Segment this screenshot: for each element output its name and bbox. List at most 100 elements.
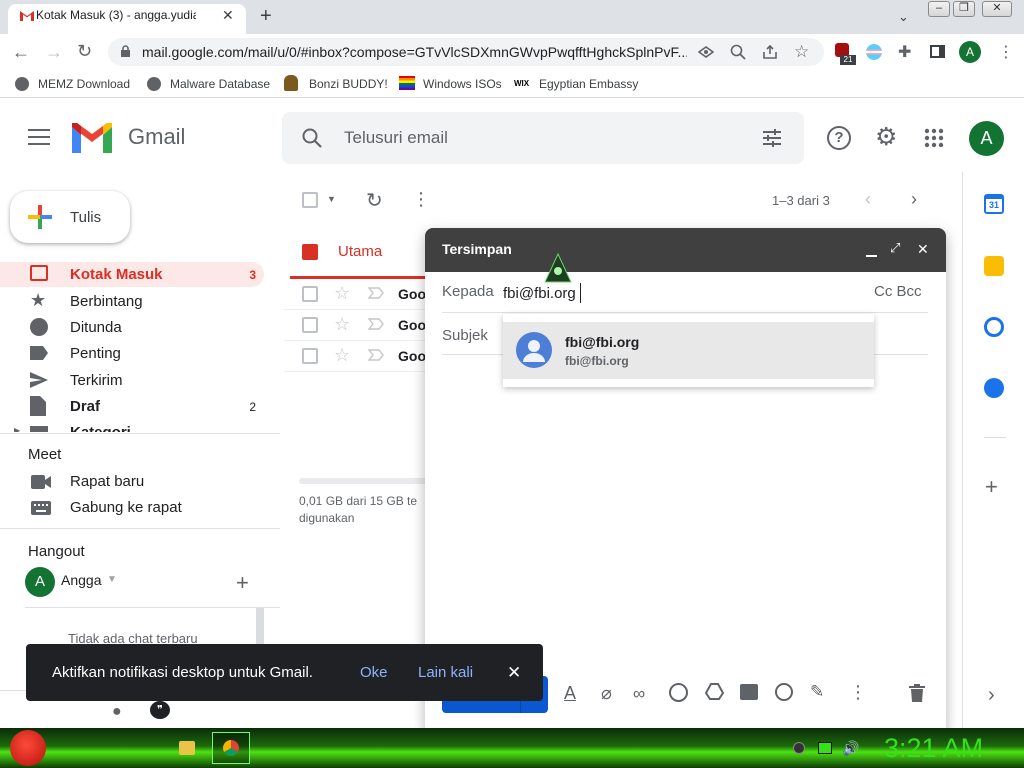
back-icon[interactable]: ← — [12, 42, 30, 63]
emoji-icon[interactable] — [669, 683, 688, 702]
apps-grid-icon[interactable] — [924, 128, 944, 148]
new-tab-icon[interactable]: + — [260, 5, 272, 28]
row-star-icon[interactable]: ☆ — [334, 345, 350, 366]
snackbar-close-icon[interactable]: ✕ — [507, 663, 521, 683]
subject-input[interactable]: Subjek — [442, 327, 488, 344]
reload-icon[interactable]: ↻ — [77, 41, 92, 62]
to-input[interactable]: fbi@fbi.org — [503, 285, 576, 302]
signature-pen-icon[interactable]: ✎ — [810, 682, 824, 702]
calendar-icon[interactable]: 31 — [984, 194, 1004, 214]
share-icon[interactable] — [762, 44, 778, 60]
compose-label[interactable]: Tulis — [70, 209, 101, 226]
row-checkbox[interactable] — [302, 348, 318, 364]
search-icon[interactable] — [302, 128, 322, 148]
tray-network-icon[interactable] — [818, 742, 832, 754]
eye-icon[interactable] — [698, 44, 714, 60]
minimize-compose-icon[interactable] — [866, 255, 877, 257]
tab-primary[interactable]: Utama — [338, 243, 382, 260]
main-menu-icon[interactable] — [28, 128, 50, 146]
bookmark-egyptian-embassy[interactable]: Egyptian Embassy — [539, 77, 638, 91]
recipient-suggestion-item[interactable] — [503, 322, 874, 379]
expand-arrow-icon[interactable]: ▶ — [14, 426, 20, 432]
prev-page-icon[interactable]: ‹ — [865, 189, 871, 210]
select-all-checkbox[interactable] — [302, 192, 318, 208]
nav-starred[interactable]: Berbintang — [70, 293, 143, 310]
settings-gear-icon[interactable]: ⚙ — [875, 125, 897, 150]
insert-photo-icon[interactable] — [740, 684, 758, 700]
hangout-user-dropdown-icon[interactable]: ▼ — [107, 574, 117, 585]
tray-arrow-icon[interactable] — [793, 742, 805, 754]
compose-more-options-icon[interactable]: ⋮ — [849, 682, 867, 703]
show-side-panel-icon[interactable]: › — [988, 684, 995, 707]
chrome-profile-avatar[interactable]: A — [959, 41, 981, 63]
hangouts-quote-icon[interactable]: ❞ — [150, 701, 170, 719]
bookmark-windows-isos[interactable]: Windows ISOs — [423, 77, 502, 91]
row-important-icon[interactable] — [368, 287, 384, 299]
row-star-icon[interactable]: ☆ — [334, 283, 350, 304]
hangout-user-name[interactable]: Angga — [61, 572, 101, 588]
gmail-logo-icon[interactable] — [72, 123, 112, 153]
bookmark-bonzi-buddy[interactable]: Bonzi BUDDY! — [309, 77, 388, 91]
select-dropdown-icon[interactable]: ▼ — [327, 194, 336, 204]
tray-volume-icon[interactable]: 🔊 — [842, 740, 859, 757]
pride-extension-icon[interactable] — [866, 44, 882, 60]
meet-join-meeting[interactable]: Gabung ke rapat — [70, 499, 182, 516]
nav-sent[interactable]: Terkirim — [70, 372, 123, 389]
hangout-avatar[interactable]: A — [25, 567, 55, 597]
row-checkbox[interactable] — [302, 286, 318, 302]
minimize-window-button[interactable]: – — [928, 1, 950, 17]
help-icon[interactable]: ? — [827, 126, 851, 150]
bookmark-star-icon[interactable]: ☆ — [794, 42, 809, 62]
cc-bcc-link[interactable]: Cc Bcc — [874, 283, 922, 300]
nav-categories[interactable]: Kategori — [70, 424, 131, 432]
confidential-mode-icon[interactable] — [775, 683, 793, 701]
zoom-icon[interactable] — [730, 44, 746, 60]
more-options-icon[interactable]: ⋮ — [412, 189, 430, 210]
nav-drafts[interactable]: Draf — [70, 398, 100, 415]
row-important-icon[interactable] — [368, 318, 384, 330]
close-compose-icon[interactable]: ✕ — [917, 241, 929, 258]
row-important-icon[interactable] — [368, 349, 384, 361]
meet-new-meeting[interactable]: Rapat baru — [70, 473, 144, 490]
get-addons-plus-icon[interactable]: + — [985, 474, 998, 500]
nav-snoozed[interactable]: Ditunda — [70, 319, 122, 336]
attach-file-icon[interactable]: ⌀ — [601, 683, 612, 704]
contacts-icon[interactable] — [984, 378, 1004, 398]
taskbar-clock[interactable]: 3:21 AM — [884, 733, 983, 764]
fullscreen-compose-icon[interactable]: ⤢ — [890, 240, 900, 256]
discard-trash-icon[interactable] — [909, 684, 925, 702]
hangout-scrollbar[interactable] — [256, 608, 264, 648]
nav-inbox[interactable]: Kotak Masuk — [70, 266, 163, 283]
extensions-puzzle-icon[interactable]: ✚ — [898, 42, 911, 62]
contact-person-icon[interactable]: ● — [112, 703, 122, 721]
row-star-icon[interactable]: ☆ — [334, 314, 350, 335]
nav-important[interactable]: Penting — [70, 345, 121, 362]
refresh-icon[interactable]: ↻ — [366, 188, 383, 213]
url-text[interactable]: mail.google.com/mail/u/0/#inbox?compose=… — [142, 44, 687, 60]
chrome-menu-icon[interactable]: ⋮ — [998, 42, 1014, 62]
side-panel-icon[interactable] — [930, 45, 945, 58]
snackbar-later-button[interactable]: Lain kali — [418, 664, 473, 681]
search-options-icon[interactable] — [762, 128, 782, 148]
forward-icon[interactable]: → — [45, 42, 63, 63]
bookmark-malware-database[interactable]: Malware Database — [170, 77, 270, 91]
close-window-button[interactable]: ✕ — [982, 1, 1012, 17]
tab-close-icon[interactable]: ✕ — [222, 7, 234, 24]
lock-icon[interactable] — [120, 45, 131, 58]
bookmark-memz[interactable]: MEMZ Download — [38, 77, 130, 91]
tab-search-chevron-icon[interactable]: ⌄ — [898, 9, 909, 25]
file-explorer-icon[interactable] — [179, 741, 195, 755]
snackbar-ok-button[interactable]: Oke — [360, 664, 388, 681]
account-avatar[interactable]: A — [969, 121, 1004, 156]
new-conversation-plus-icon[interactable]: + — [236, 570, 249, 596]
next-page-icon[interactable]: › — [911, 189, 917, 210]
row-checkbox[interactable] — [302, 317, 318, 333]
formatting-icon[interactable]: A — [564, 683, 576, 704]
restore-window-button[interactable]: ❐ — [953, 1, 975, 17]
start-angry-bird-icon[interactable] — [10, 730, 46, 766]
drive-icon[interactable] — [705, 683, 724, 700]
tasks-icon[interactable] — [984, 317, 1004, 337]
keep-icon[interactable] — [984, 256, 1004, 276]
insert-link-icon[interactable]: ∞ — [633, 684, 645, 704]
search-placeholder[interactable]: Telusuri email — [344, 128, 448, 148]
